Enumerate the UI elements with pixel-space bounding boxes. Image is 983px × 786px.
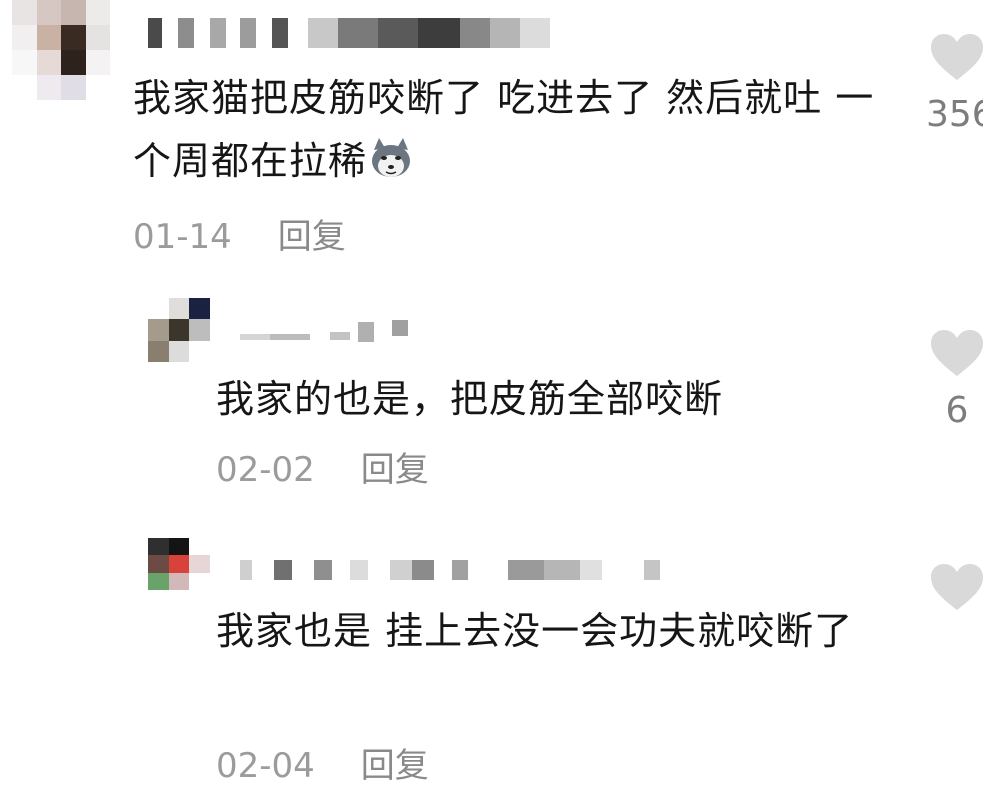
avatar[interactable] [12,0,110,100]
comment-item: 我家猫把皮筋咬断了 吃进去了 然后就吐 一个周都在拉稀 01-14 回复 356 [0,0,983,270]
like-button[interactable] [926,562,983,612]
heart-icon [931,330,983,376]
comment-text-value: 我家也是 挂上去没一会功夫就咬断了 [216,609,854,653]
reply-button[interactable]: 回复 [361,746,429,786]
heart-icon [931,564,983,610]
like-button[interactable]: 6 [926,328,983,431]
comment-text-value: 我家的也是，把皮筋全部咬断 [216,377,724,421]
comment-item: 我家也是 挂上去没一会功夫就咬断了 02-04 回复 [0,530,983,786]
comment-meta: 01-14 回复 [133,217,346,257]
comment-date: 02-04 [216,746,315,786]
comment-date: 02-02 [216,450,315,490]
husky-face-emoji [372,138,411,177]
like-count: 6 [945,390,969,431]
avatar[interactable] [148,538,210,590]
heart-icon [931,34,983,80]
username[interactable] [148,18,568,48]
username[interactable] [240,560,670,580]
comment-item: 我家的也是，把皮筋全部咬断 02-02 回复 6 [0,290,983,510]
like-button[interactable]: 356 [926,32,983,135]
like-count: 356 [926,94,983,135]
reply-button[interactable]: 回复 [361,450,429,490]
comment-meta: 02-04 回复 [216,746,429,786]
reply-button[interactable]: 回复 [278,217,346,257]
comment-text: 我家的也是，把皮筋全部咬断 [216,368,896,431]
comment-text-value: 我家猫把皮筋咬断了 吃进去了 然后就吐 一个周都在拉稀 [133,76,875,183]
comment-text: 我家也是 挂上去没一会功夫就咬断了 [216,600,916,663]
comment-text: 我家猫把皮筋咬断了 吃进去了 然后就吐 一个周都在拉稀 [133,67,893,193]
avatar[interactable] [148,298,210,362]
username[interactable] [240,318,420,342]
comment-meta: 02-02 回复 [216,450,429,490]
comment-date: 01-14 [133,217,232,257]
